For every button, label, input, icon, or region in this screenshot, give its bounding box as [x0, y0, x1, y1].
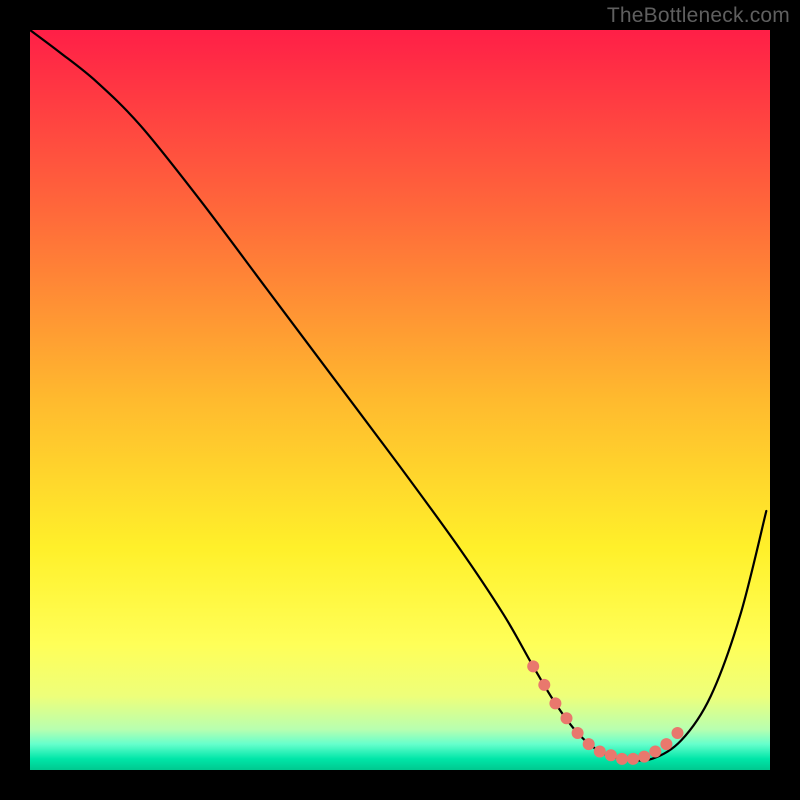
valley-marker — [616, 753, 628, 765]
valley-marker — [583, 738, 595, 750]
valley-marker — [638, 751, 650, 763]
valley-marker — [538, 679, 550, 691]
valley-marker — [672, 727, 684, 739]
valley-marker — [627, 753, 639, 765]
gradient-background — [30, 30, 770, 770]
valley-marker — [561, 712, 573, 724]
valley-marker — [527, 660, 539, 672]
valley-marker — [572, 727, 584, 739]
valley-marker — [549, 697, 561, 709]
bottleneck-chart — [30, 30, 770, 770]
watermark-text: TheBottleneck.com — [607, 4, 790, 28]
chart-frame: TheBottleneck.com — [0, 0, 800, 800]
valley-marker — [660, 738, 672, 750]
valley-marker — [594, 746, 606, 758]
valley-marker — [605, 749, 617, 761]
valley-marker — [649, 746, 661, 758]
